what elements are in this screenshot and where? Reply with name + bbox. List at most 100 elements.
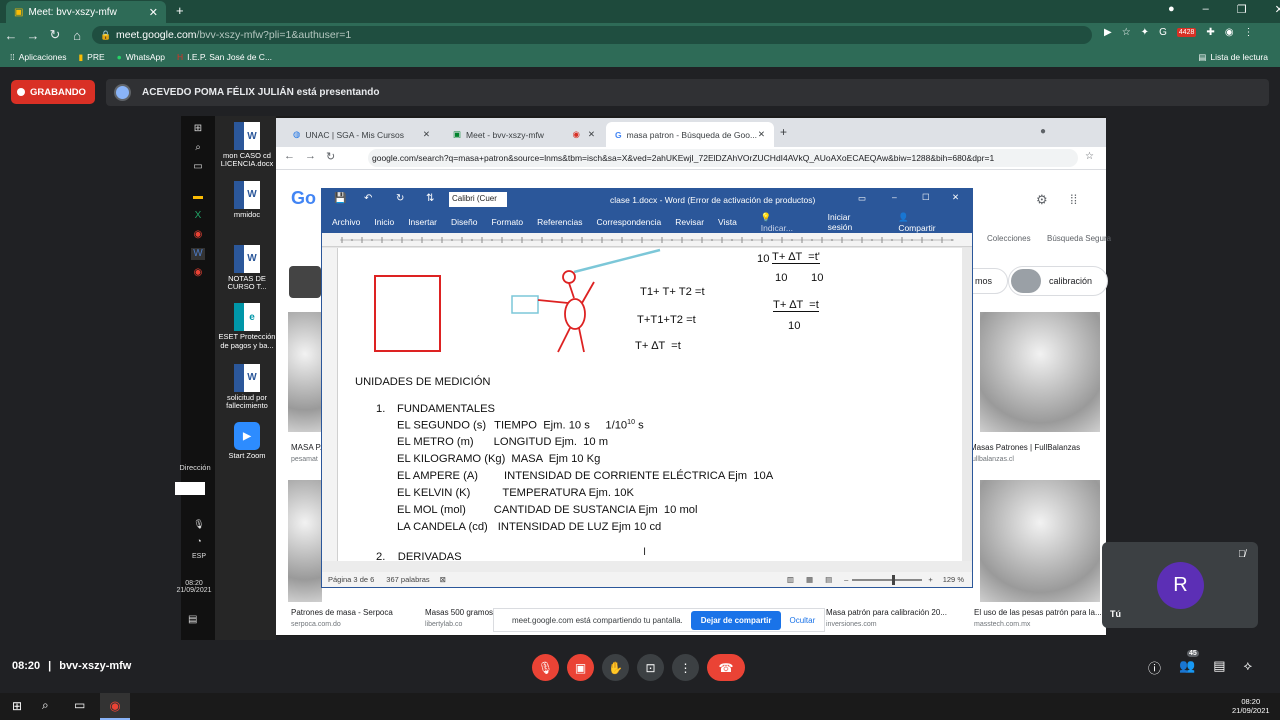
desktop-icon-zoom[interactable]: ▶ Start Zoom — [217, 422, 277, 460]
zoom-slider[interactable] — [852, 574, 923, 585]
print-layout-icon[interactable]: ▦ — [806, 575, 813, 584]
minimize-icon[interactable]: – — [1203, 3, 1209, 16]
close-window-icon[interactable]: ✕ — [1275, 3, 1280, 16]
vertical-scrollbar[interactable] — [962, 248, 972, 561]
activities-icon[interactable]: ⟡ — [1244, 658, 1253, 677]
result-image-serpoca[interactable] — [288, 480, 322, 602]
more-options-button[interactable]: ⋮ — [672, 654, 699, 681]
result-title-1[interactable]: Masas 500 gramos — [425, 608, 493, 617]
star-icon[interactable]: ☆ — [1122, 27, 1131, 38]
new-tab-button[interactable]: + — [176, 3, 184, 18]
ribbon-tab-referencias[interactable]: Referencias — [533, 217, 586, 227]
camera-off-button[interactable]: ▣ — [567, 654, 594, 681]
chip-mos[interactable]: mos — [968, 268, 1008, 294]
ribbon-tab-revisar[interactable]: Revisar — [671, 217, 708, 227]
result-title-3[interactable]: El uso de las pesas patrón para la... — [974, 608, 1102, 617]
ribbon-tab-insertar[interactable]: Insertar — [404, 217, 441, 227]
task-view-icon[interactable]: ▭ — [191, 161, 205, 173]
web-layout-icon[interactable]: ▤ — [825, 575, 832, 584]
page-count[interactable]: Página 3 de 6 — [328, 575, 374, 584]
info-icon[interactable]: ⓘ — [1148, 658, 1161, 677]
translate-icon[interactable]: G — [1159, 27, 1167, 38]
desktop-icon-eset[interactable]: e ESET Protección de pagos y ba... — [217, 303, 277, 350]
chat-icon[interactable]: ▤ — [1213, 658, 1225, 677]
leave-call-button[interactable]: ☎ — [707, 654, 745, 681]
raise-hand-button[interactable]: ✋ — [602, 654, 629, 681]
taskbar-clock[interactable]: 08:20 21/09/2021 — [1232, 697, 1270, 715]
start-icon[interactable]: ⊞ — [12, 699, 22, 713]
bookmark-pre[interactable]: ▮ PRE — [78, 52, 104, 63]
word-ruler[interactable] — [322, 233, 972, 247]
word-task-icon[interactable]: W — [191, 248, 205, 260]
signin-link[interactable]: Iniciar sesión — [824, 212, 879, 232]
lang-indicator[interactable]: ESP — [182, 550, 216, 563]
inner-profile-icon[interactable]: ● — [1040, 126, 1046, 137]
hide-notice-button[interactable]: Ocultar — [789, 616, 815, 625]
result-title-0[interactable]: Patrones de masa - Serpoca — [291, 608, 393, 617]
extension-icon[interactable]: ✦ — [1141, 27, 1149, 38]
bookmark-apps[interactable]: ⁞⁞ Aplicaciones — [10, 52, 66, 62]
restore-icon[interactable]: ❐ — [1237, 3, 1247, 16]
wifi-icon[interactable]: ◔ — [182, 533, 216, 550]
filter-safesearch[interactable]: Búsqueda Segura — [1047, 234, 1111, 243]
taskbar-taskview-icon[interactable]: ▭ — [74, 698, 85, 712]
mic-off-button[interactable]: 🎙 — [532, 654, 559, 681]
reading-list[interactable]: ▤ Lista de lectura — [1198, 52, 1268, 63]
zoom-slider-thumb[interactable] — [892, 574, 896, 585]
taskbar-chrome-icon[interactable]: ◉ — [100, 693, 130, 720]
chrome-icon[interactable]: ◉ — [191, 229, 205, 241]
omnibox[interactable]: 🔒 meet.google.com/bvv-xszy-mfw?pli=1&aut… — [92, 26, 1092, 44]
present-button[interactable]: ⊡ — [637, 654, 664, 681]
chip-thumb-left[interactable] — [289, 266, 321, 298]
word-close-icon[interactable]: ✕ — [952, 192, 959, 203]
chip-calibracion[interactable]: calibración — [1008, 266, 1108, 296]
puzzle-icon[interactable]: ✚ — [1206, 27, 1214, 38]
ribbon-tab-archivo[interactable]: Archivo — [328, 217, 364, 227]
bookmark-iep[interactable]: H I.E.P. San José de C... — [177, 52, 272, 62]
home-icon[interactable]: ⌂ — [66, 28, 88, 43]
ribbon-options-icon[interactable]: ▭ — [858, 193, 866, 204]
ribbon-tab-correspondencia[interactable]: Correspondencia — [593, 217, 666, 227]
taskbar-search-icon[interactable]: ⌕ — [42, 698, 49, 713]
word-document-page[interactable]: T1+ T+ T2 =t T+T1+T2 =t T+ ∆T =t 10 T+ ∆… — [338, 248, 962, 561]
word-minimize-icon[interactable]: – — [892, 192, 897, 202]
reload-icon[interactable]: ↻ — [326, 150, 335, 163]
stop-sharing-button[interactable]: Dejar de compartir — [690, 610, 782, 630]
close-tab-icon[interactable]: ✕ — [758, 129, 765, 140]
sort-icon[interactable]: ⇅ — [426, 193, 434, 204]
reload-icon[interactable]: ↻ — [44, 27, 66, 43]
filter-colecciones[interactable]: Colecciones — [987, 234, 1031, 243]
excel-icon[interactable]: X — [191, 210, 205, 222]
result-title-5[interactable]: Masas Patrones | FullBalanzas — [970, 443, 1080, 452]
back-icon[interactable]: ← — [0, 28, 22, 43]
result-image-weights[interactable] — [980, 312, 1100, 432]
read-mode-icon[interactable]: ▥ — [787, 575, 794, 584]
close-tab-icon[interactable]: ✕ — [588, 129, 595, 140]
word-maximize-icon[interactable]: ☐ — [922, 192, 930, 203]
zoom-level[interactable]: 129 % — [943, 575, 964, 584]
direction-input[interactable] — [175, 482, 205, 495]
avatar[interactable]: ◉ — [1225, 27, 1234, 38]
desktop-icon-word-3[interactable]: W NOTAS DE CURSO T... — [217, 244, 277, 292]
back-icon[interactable]: ← — [284, 150, 295, 163]
desktop-icon-word-1[interactable]: Wmon CASO cd LICENCIA.docx — [217, 122, 277, 169]
bookmark-star-icon[interactable]: ☆ — [1085, 151, 1094, 162]
zoom-out-icon[interactable]: – — [844, 575, 848, 584]
inner-new-tab-button[interactable]: + — [780, 125, 787, 139]
remote-search-icon[interactable]: ⌕ — [191, 142, 205, 154]
close-tab-icon[interactable]: ✕ — [149, 6, 158, 19]
windows-start-icon[interactable]: ⊞ — [191, 123, 205, 135]
inner-tab-google[interactable]: Gmasa patron - Búsqueda de Goo... ✕ — [606, 122, 774, 147]
tell-me-search[interactable]: 💡 Indicar... — [747, 212, 824, 233]
browser-tab[interactable]: ▣ Meet: bvv-xszy-mfw ✕ — [6, 1, 166, 23]
undo-icon[interactable]: ↶ — [364, 193, 372, 204]
apps-grid-icon[interactable]: ⁞⁞ — [1070, 192, 1077, 207]
settings-gear-icon[interactable]: ⚙ — [1036, 192, 1048, 208]
forward-icon[interactable]: → — [305, 150, 316, 163]
notifications-icon[interactable]: ▤ — [188, 614, 197, 625]
word-count[interactable]: 367 palabras — [386, 575, 429, 584]
camera-icon[interactable]: ▶ — [1104, 27, 1112, 38]
bookmark-whatsapp[interactable]: ● WhatsApp — [117, 52, 165, 62]
ribbon-tab-formato[interactable]: Formato — [487, 217, 527, 227]
people-icon[interactable]: 👥 45 — [1179, 650, 1199, 677]
